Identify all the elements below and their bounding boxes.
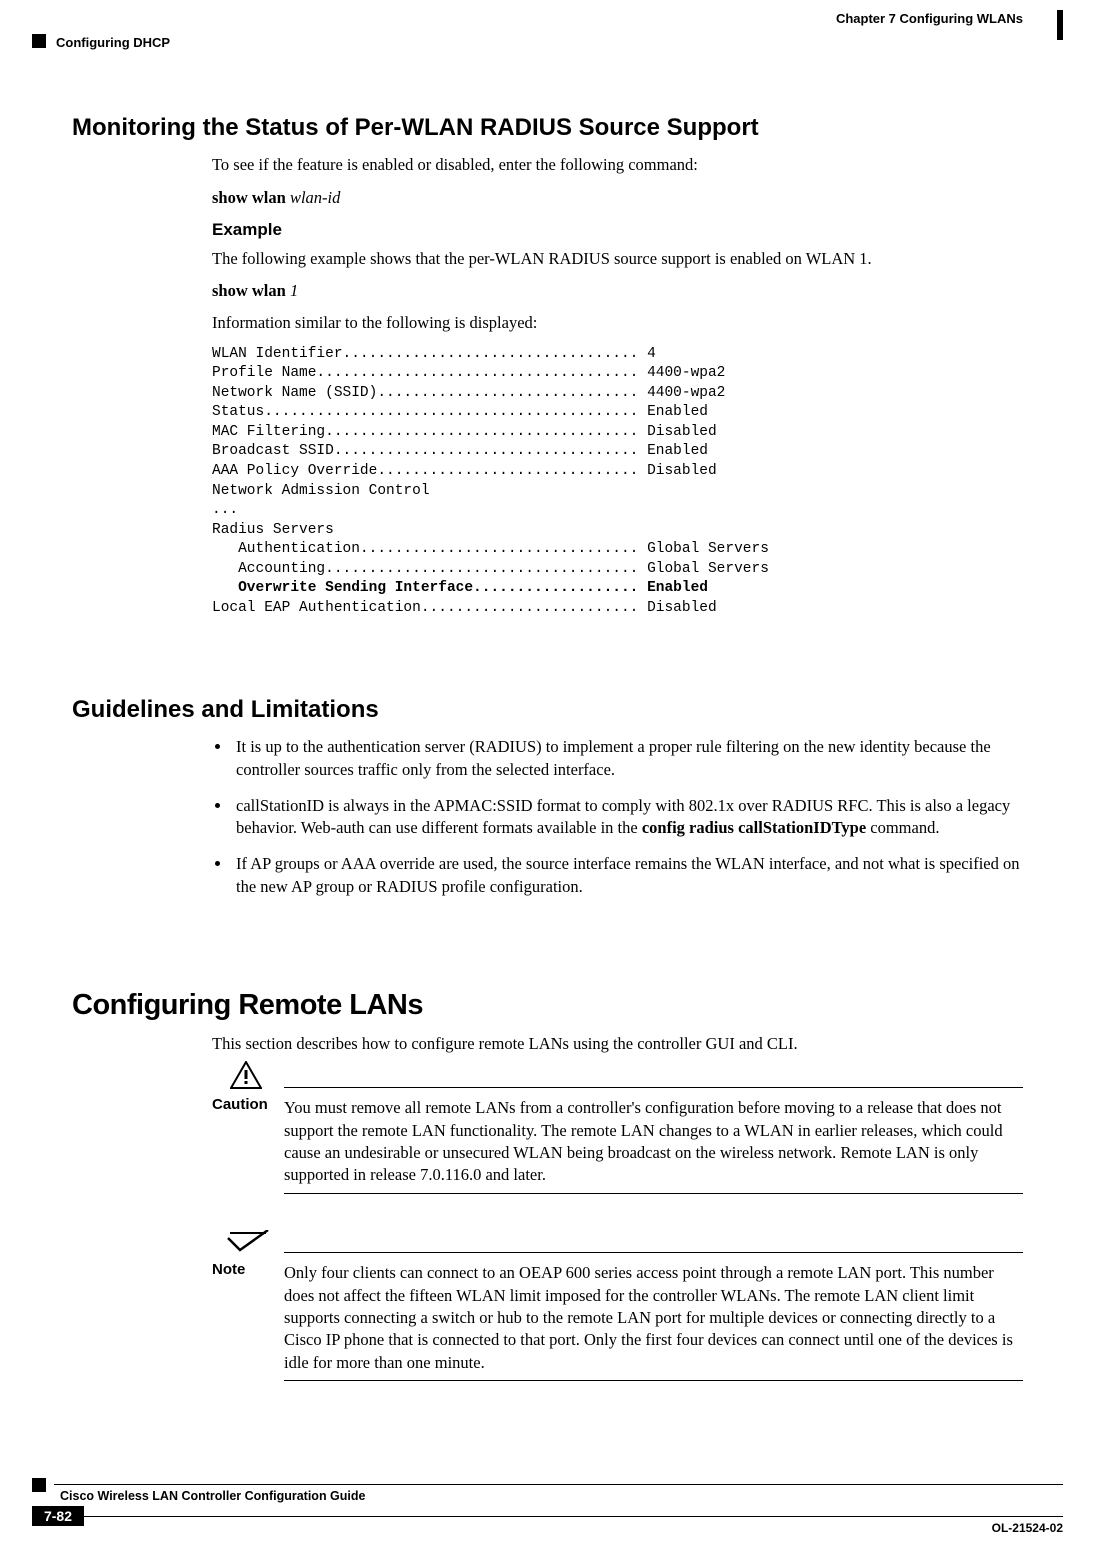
footer-rule (54, 1484, 1063, 1485)
section-heading-guidelines: Guidelines and Limitations (72, 694, 1023, 726)
bullet-list: It is up to the authentication server (R… (72, 736, 1023, 898)
list-item: If AP groups or AAA override are used, t… (232, 853, 1023, 898)
footer-page-number: 7-82 (32, 1506, 84, 1526)
command-argument: 1 (290, 281, 298, 300)
paragraph-text: Information similar to the following is … (212, 312, 1023, 334)
list-item: It is up to the authentication server (R… (232, 736, 1023, 781)
paragraph-text: The following example shows that the per… (212, 248, 1023, 270)
bullet-text: It is up to the authentication server (R… (236, 737, 991, 778)
page-footer: Cisco Wireless LAN Controller Configurat… (32, 1478, 1063, 1526)
caution-body: You must remove all remote LANs from a c… (284, 1091, 1023, 1186)
paragraph-text: To see if the feature is enabled or disa… (212, 154, 1023, 176)
footer-doc-number: OL-21524-02 (992, 1520, 1063, 1536)
note-label: Note (212, 1260, 245, 1280)
paragraph-text: This section describes how to configure … (212, 1033, 1023, 1055)
caution-label: Caution (212, 1095, 268, 1115)
note-body: Only four clients can connect to an OEAP… (284, 1256, 1023, 1373)
header-square-decoration (32, 34, 46, 48)
section-heading-remote-lans: Configuring Remote LANs (72, 986, 1023, 1025)
command-keyword: show wlan (212, 188, 286, 207)
section-heading-monitoring: Monitoring the Status of Per-WLAN RADIUS… (72, 112, 1023, 144)
caution-icon (230, 1061, 262, 1089)
running-header-chapter: Chapter 7 Configuring WLANs (836, 10, 1023, 28)
footer-book-title: Cisco Wireless LAN Controller Configurat… (60, 1488, 365, 1505)
list-item: callStationID is always in the APMAC:SSI… (232, 795, 1023, 840)
note-icon (226, 1230, 270, 1252)
command-keyword: show wlan (212, 281, 286, 300)
header-bar-decoration (1057, 10, 1063, 40)
cli-output-block: WLAN Identifier.........................… (212, 345, 1023, 619)
bullet-text: command. (866, 818, 939, 837)
running-header-section: Configuring DHCP (56, 34, 170, 52)
command-argument: wlan-id (290, 188, 340, 207)
example-heading: Example (212, 219, 1023, 242)
footer-square-decoration (32, 1478, 46, 1492)
command-example: show wlan 1 (212, 280, 1023, 302)
footer-rule (84, 1516, 1063, 1517)
command-syntax: show wlan wlan-id (212, 187, 1023, 209)
command-inline-bold: config radius callStationIDType (642, 818, 866, 837)
bullet-text: If AP groups or AAA override are used, t… (236, 854, 1020, 895)
